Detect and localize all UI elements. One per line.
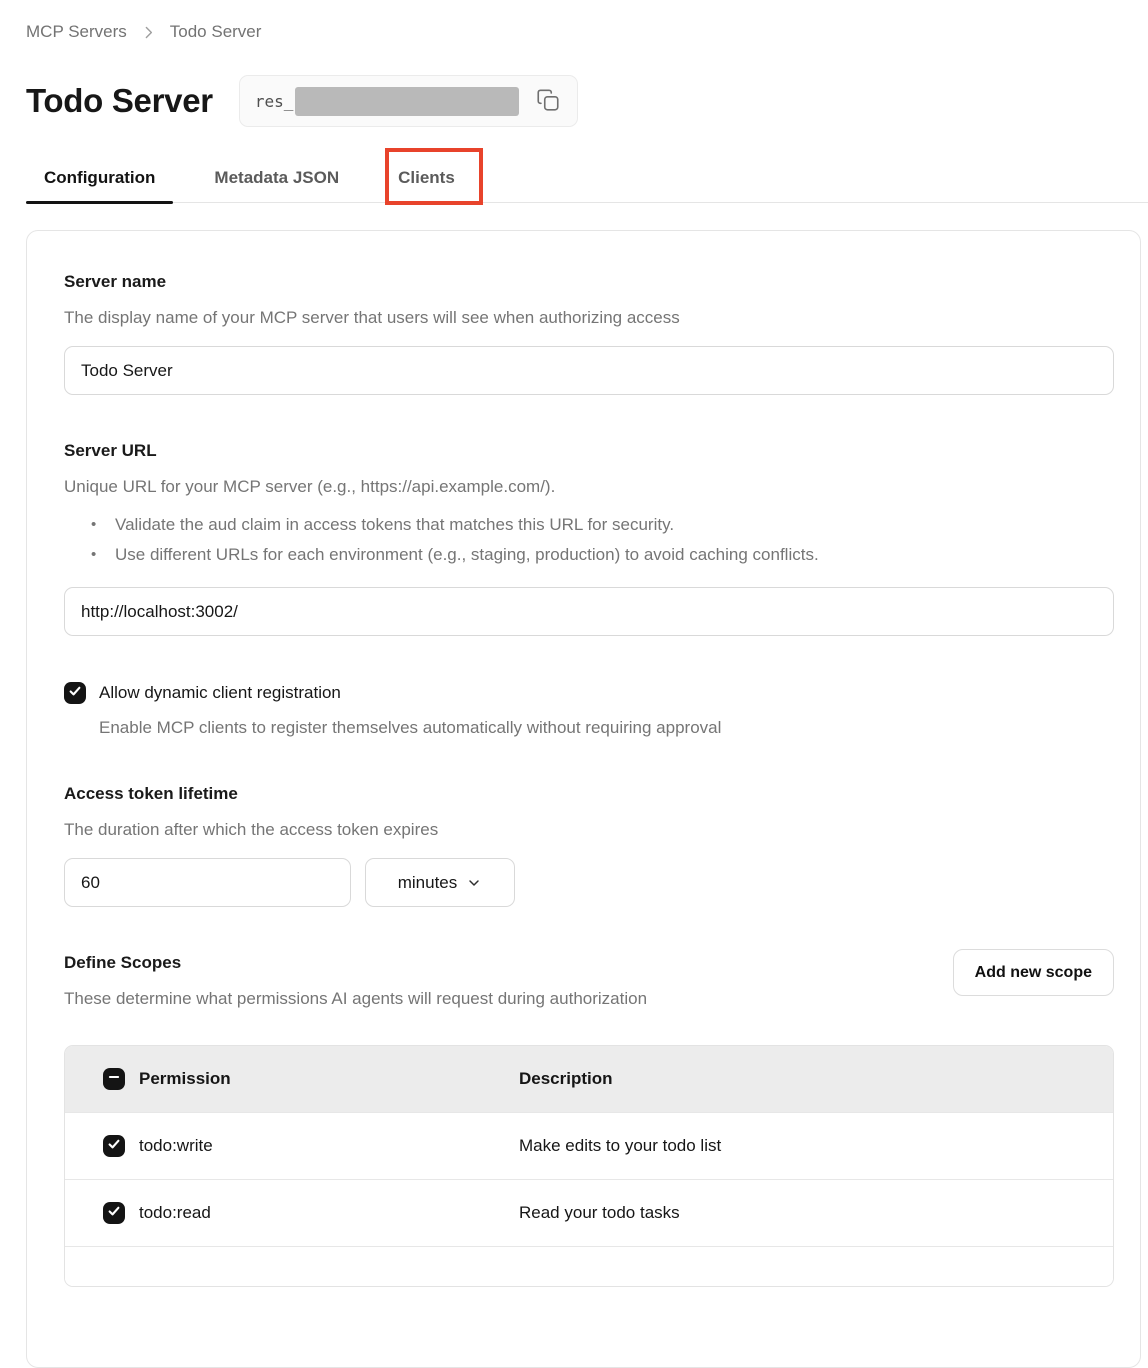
tab-metadata-json[interactable]: Metadata JSON [196, 154, 357, 202]
copy-button[interactable] [531, 83, 565, 120]
tab-configuration[interactable]: Configuration [26, 154, 173, 202]
scopes-table: Permission Description todo:write Make e… [64, 1045, 1114, 1287]
checkmark-icon [107, 1203, 121, 1223]
server-url-input[interactable] [64, 587, 1114, 636]
token-lifetime-description: The duration after which the access toke… [64, 819, 1114, 841]
server-url-bullet: Validate the aud claim in access tokens … [115, 510, 1114, 540]
scope-description: Make edits to your todo list [519, 1136, 721, 1156]
breadcrumb-mcp-servers[interactable]: MCP Servers [26, 22, 127, 42]
scope-permission: todo:write [139, 1136, 213, 1156]
copy-icon [535, 87, 561, 116]
configuration-card: Server name The display name of your MCP… [26, 230, 1141, 1368]
token-lifetime-unit-value: minutes [398, 873, 458, 893]
column-header-permission: Permission [139, 1069, 231, 1089]
table-row: todo:write Make edits to your todo list [65, 1112, 1113, 1179]
server-url-bullet-list: Validate the aud claim in access tokens … [64, 510, 1114, 570]
define-scopes-section: Define Scopes These determine what permi… [64, 953, 1114, 1287]
indeterminate-minus-icon [107, 1069, 121, 1089]
scope-description: Read your todo tasks [519, 1203, 680, 1223]
chevron-down-icon [466, 875, 482, 891]
dynamic-registration-label[interactable]: Allow dynamic client registration [99, 683, 341, 703]
tab-clients[interactable]: Clients [380, 154, 473, 202]
server-url-bullet: Use different URLs for each environment … [115, 540, 1114, 570]
token-lifetime-input[interactable] [64, 858, 351, 907]
scope-checkbox-todo-read[interactable] [103, 1202, 125, 1224]
dynamic-registration-description: Enable MCP clients to register themselve… [99, 718, 1114, 738]
checkmark-icon [68, 684, 82, 703]
scope-checkbox-todo-write[interactable] [103, 1135, 125, 1157]
server-url-section: Server URL Unique URL for your MCP serve… [64, 441, 1114, 636]
mcp-server-config-page: MCP Servers Todo Server Todo Server res_… [0, 0, 1148, 1368]
table-row: todo:read Read your todo tasks [65, 1179, 1113, 1246]
server-url-description: Unique URL for your MCP server (e.g., ht… [64, 476, 1114, 498]
dynamic-registration-checkbox[interactable] [64, 682, 86, 704]
checkmark-icon [107, 1136, 121, 1156]
dynamic-registration-section: Allow dynamic client registration Enable… [64, 682, 1114, 738]
page-header: Todo Server res_ [26, 75, 1148, 127]
server-name-section: Server name The display name of your MCP… [64, 272, 1114, 395]
server-name-description: The display name of your MCP server that… [64, 307, 1114, 329]
select-all-checkbox[interactable] [103, 1068, 125, 1090]
resource-id-badge: res_ [239, 75, 579, 127]
breadcrumb-todo-server: Todo Server [170, 22, 262, 42]
page-title: Todo Server [26, 82, 213, 120]
table-row [65, 1246, 1113, 1286]
chevron-right-icon [140, 24, 157, 41]
resource-id-redacted [295, 87, 519, 116]
scopes-table-header: Permission Description [65, 1046, 1113, 1112]
breadcrumb: MCP Servers Todo Server [26, 22, 1148, 42]
server-name-input[interactable] [64, 346, 1114, 395]
add-new-scope-button[interactable]: Add new scope [953, 949, 1114, 996]
server-name-label: Server name [64, 272, 1114, 292]
column-header-description: Description [519, 1069, 613, 1089]
resource-id-prefix: res_ [255, 92, 294, 111]
tab-clients-label: Clients [398, 168, 455, 188]
tab-bar: Configuration Metadata JSON Clients [26, 154, 1148, 203]
server-url-label: Server URL [64, 441, 1114, 461]
token-lifetime-section: Access token lifetime The duration after… [64, 784, 1114, 907]
token-lifetime-label: Access token lifetime [64, 784, 1114, 804]
scope-permission: todo:read [139, 1203, 211, 1223]
token-lifetime-unit-select[interactable]: minutes [365, 858, 515, 907]
